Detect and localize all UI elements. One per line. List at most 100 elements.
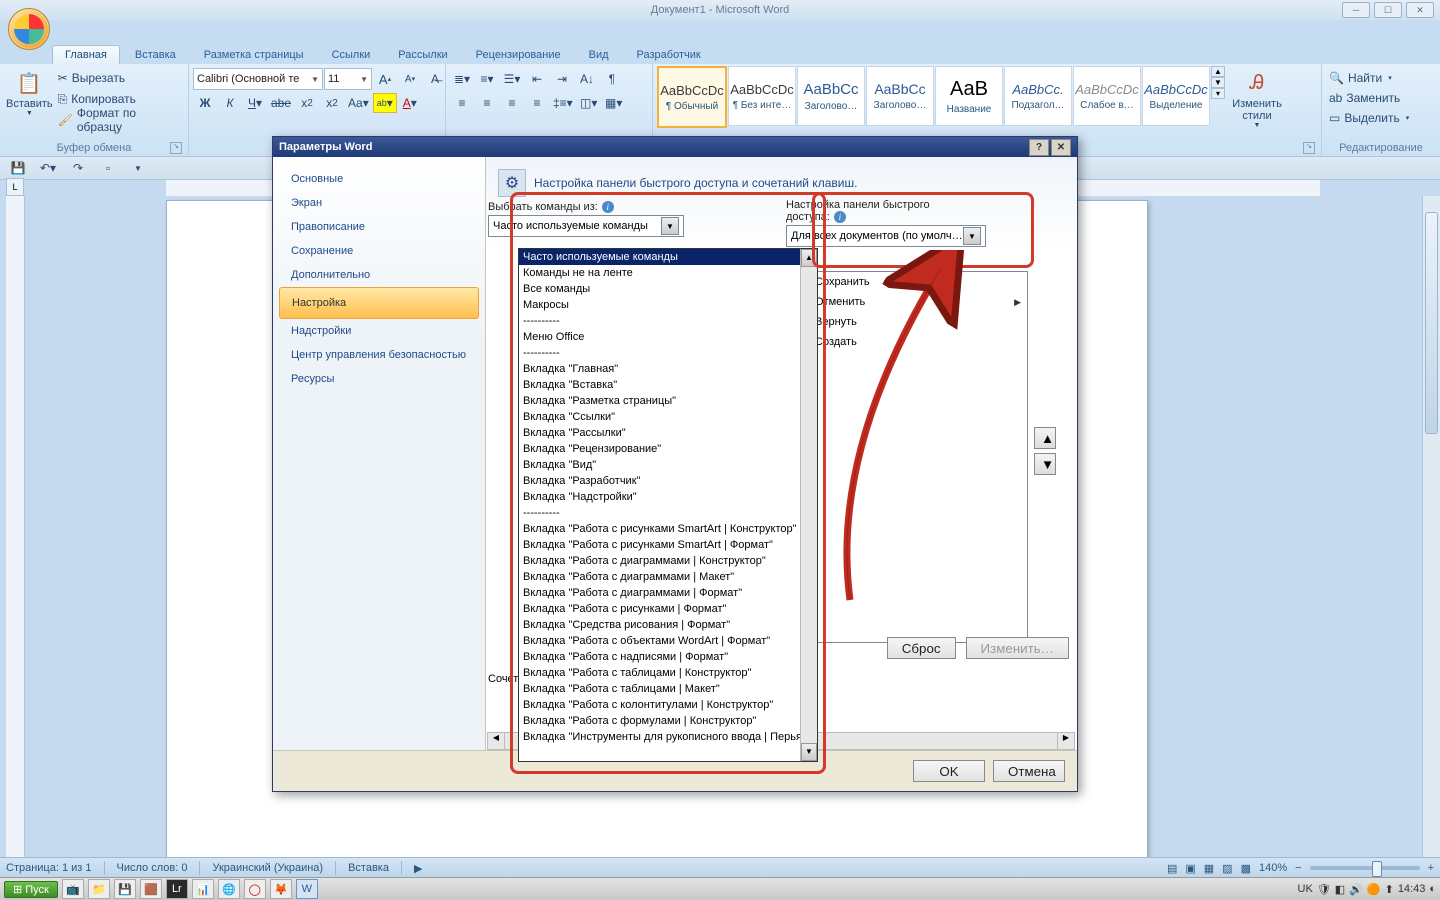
- options-category-item[interactable]: Настройка: [279, 287, 479, 319]
- dropdown-option[interactable]: Команды не на ленте: [519, 265, 817, 281]
- taskbar-word-icon[interactable]: W: [296, 879, 318, 899]
- taskbar-app-icon[interactable]: 📺: [62, 879, 84, 899]
- dropdown-option[interactable]: Вкладка "Надстройки": [519, 489, 817, 505]
- window-minimize-button[interactable]: ─: [1342, 2, 1370, 18]
- style-gallery-item[interactable]: AaBbCcDc¶ Без инте…: [728, 66, 796, 126]
- move-down-button[interactable]: ▼: [1034, 453, 1056, 475]
- zoom-slider[interactable]: [1310, 866, 1420, 870]
- dialog-close-button[interactable]: ✕: [1051, 139, 1071, 156]
- status-macro-icon[interactable]: ▶: [414, 862, 422, 875]
- vertical-ruler[interactable]: [6, 196, 25, 858]
- dropdown-option[interactable]: Вкладка "Работа с рисунками SmartArt | К…: [519, 521, 817, 537]
- choose-commands-combo[interactable]: Часто используемые команды▼: [488, 215, 684, 237]
- taskbar-app-icon[interactable]: 🦊: [270, 879, 292, 899]
- dropdown-option[interactable]: Вкладка "Вставка": [519, 377, 817, 393]
- gallery-scroll-down[interactable]: ▼: [1211, 77, 1225, 88]
- window-maximize-button[interactable]: ☐: [1374, 2, 1402, 18]
- start-button[interactable]: ⊞Пуск: [4, 881, 58, 898]
- tab-review[interactable]: Рецензирование: [463, 45, 574, 64]
- dropdown-option[interactable]: Вкладка "Работа с диаграммами | Конструк…: [519, 553, 817, 569]
- options-category-item[interactable]: Надстройки: [273, 319, 485, 343]
- replace-button[interactable]: abЗаменить: [1326, 88, 1403, 108]
- move-up-button[interactable]: ▲: [1034, 427, 1056, 449]
- dropdown-option[interactable]: Вкладка "Работа с диаграммами | Формат": [519, 585, 817, 601]
- style-gallery-item[interactable]: AaBbCcDcСлабое в…: [1073, 66, 1141, 126]
- qat-list-item[interactable]: ↶Отменить▶: [787, 292, 1027, 312]
- status-word-count[interactable]: Число слов: 0: [117, 862, 188, 874]
- vertical-scrollbar[interactable]: [1422, 196, 1440, 858]
- dropdown-option[interactable]: Вкладка "Ссылки": [519, 409, 817, 425]
- status-mode[interactable]: Вставка: [348, 862, 389, 874]
- dropdown-option[interactable]: Вкладка "Разработчик": [519, 473, 817, 489]
- numbering-button[interactable]: ≡▾: [475, 69, 499, 89]
- tray-icon[interactable]: ◐: [1429, 883, 1436, 895]
- dropdown-option[interactable]: Вкладка "Инструменты для рукописного вво…: [519, 729, 817, 745]
- options-category-item[interactable]: Дополнительно: [273, 263, 485, 287]
- style-gallery-item[interactable]: АаВНазвание: [935, 66, 1003, 126]
- dropdown-option[interactable]: Вкладка "Работа с таблицами | Макет": [519, 681, 817, 697]
- cut-button[interactable]: ✂Вырезать: [55, 68, 184, 88]
- status-language[interactable]: Украинский (Украина): [212, 862, 323, 874]
- qat-new-icon[interactable]: ▫: [96, 158, 120, 178]
- font-size-combo[interactable]: 11▼: [324, 68, 372, 90]
- tab-mailings[interactable]: Рассылки: [385, 45, 460, 64]
- dropdown-option[interactable]: ----------: [519, 505, 817, 521]
- dropdown-option[interactable]: ----------: [519, 345, 817, 361]
- options-category-item[interactable]: Основные: [273, 167, 485, 191]
- style-gallery-item[interactable]: AaBbCcDcВыделение: [1142, 66, 1210, 126]
- modify-button[interactable]: Изменить…: [966, 637, 1069, 659]
- clear-formatting-button[interactable]: A̶: [423, 69, 447, 89]
- tab-references[interactable]: Ссылки: [319, 45, 384, 64]
- dropdown-option[interactable]: ----------: [519, 313, 817, 329]
- dialog-cancel-button[interactable]: Отмена: [993, 760, 1065, 782]
- zoom-in-button[interactable]: +: [1428, 862, 1434, 874]
- change-styles-button[interactable]: Ꭿ Изменить стили ▼: [1225, 66, 1289, 129]
- multilevel-list-button[interactable]: ☰▾: [500, 69, 524, 89]
- shrink-font-button[interactable]: A▾: [398, 69, 422, 89]
- tray-time[interactable]: 14:43: [1398, 883, 1426, 895]
- reset-button[interactable]: Сброс: [887, 637, 956, 659]
- italic-button[interactable]: К: [218, 93, 242, 113]
- dropdown-option[interactable]: Вкладка "Вид": [519, 457, 817, 473]
- tray-icon[interactable]: 🟠: [1367, 883, 1381, 896]
- tab-selector[interactable]: L: [6, 178, 24, 196]
- styles-gallery[interactable]: AaBbCcDc¶ ОбычныйAaBbCcDc¶ Без инте…AaBb…: [657, 66, 1211, 128]
- dropdown-option[interactable]: Все команды: [519, 281, 817, 297]
- taskbar-app-icon[interactable]: 📁: [88, 879, 110, 899]
- style-gallery-item[interactable]: AaBbCcЗаголово…: [866, 66, 934, 126]
- zoom-out-button[interactable]: −: [1295, 862, 1301, 874]
- styles-launcher[interactable]: ↘: [1303, 142, 1315, 154]
- view-draft-icon[interactable]: ▩: [1241, 862, 1251, 875]
- dropdown-option[interactable]: Вкладка "Главная": [519, 361, 817, 377]
- gallery-more[interactable]: ▾: [1211, 88, 1225, 99]
- font-name-combo[interactable]: Calibri (Основной те▼: [193, 68, 323, 90]
- taskbar-app-icon[interactable]: Lr: [166, 879, 188, 899]
- show-marks-button[interactable]: ¶: [600, 69, 624, 89]
- options-category-item[interactable]: Правописание: [273, 215, 485, 239]
- bold-button[interactable]: Ж: [193, 93, 217, 113]
- dropdown-option[interactable]: Вкладка "Рецензирование": [519, 441, 817, 457]
- shading-button[interactable]: ◫▾: [577, 93, 601, 113]
- paste-button[interactable]: 📋 Вставить ▼: [4, 66, 55, 117]
- strikethrough-button[interactable]: abe: [268, 93, 294, 113]
- tab-developer[interactable]: Разработчик: [624, 45, 714, 64]
- options-category-item[interactable]: Ресурсы: [273, 367, 485, 391]
- grow-font-button[interactable]: A▴: [373, 69, 397, 89]
- borders-button[interactable]: ▦▾: [602, 93, 626, 113]
- qat-list-item[interactable]: ▫Создать: [787, 332, 1027, 352]
- bullets-button[interactable]: ≣▾: [450, 69, 474, 89]
- taskbar-app-icon[interactable]: ◯: [244, 879, 266, 899]
- superscript-button[interactable]: x2: [320, 93, 344, 113]
- info-icon[interactable]: i: [602, 201, 614, 213]
- options-category-item[interactable]: Центр управления безопасностью: [273, 343, 485, 367]
- tray-icon[interactable]: ◧: [1335, 883, 1345, 896]
- qat-list-item[interactable]: ↷Вернуть: [787, 312, 1027, 332]
- tray-lang[interactable]: UK: [1298, 883, 1313, 895]
- tray-icon[interactable]: ⬆: [1385, 883, 1394, 896]
- tray-icon[interactable]: 🔊: [1349, 883, 1363, 896]
- view-outline-icon[interactable]: ▨: [1222, 862, 1232, 875]
- current-qat-list[interactable]: 💾Сохранить↶Отменить▶↷Вернуть▫Создать: [786, 271, 1028, 643]
- justify-button[interactable]: ≡: [525, 93, 549, 113]
- align-left-button[interactable]: ≡: [450, 93, 474, 113]
- style-gallery-item[interactable]: AaBbCcЗаголово…: [797, 66, 865, 126]
